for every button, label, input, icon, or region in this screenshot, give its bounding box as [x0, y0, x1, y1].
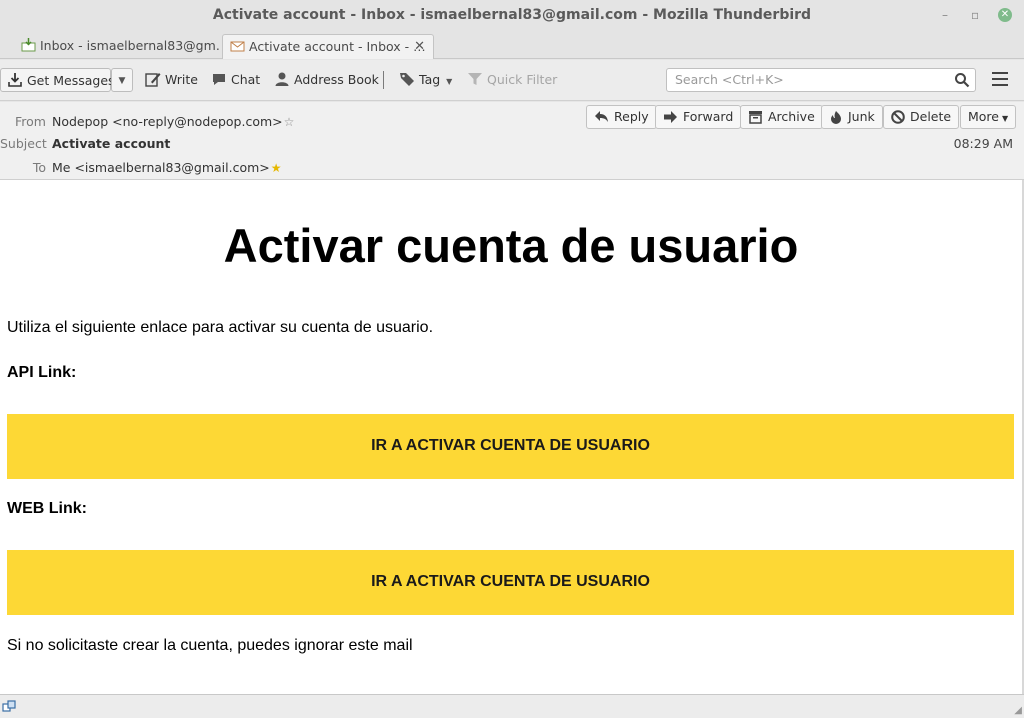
forward-button[interactable]: Forward [655, 105, 742, 129]
close-window-button[interactable]: ✕ [998, 8, 1012, 22]
online-status-icon[interactable] [2, 699, 18, 715]
more-chevron-icon: ▼ [1002, 114, 1009, 123]
tab-activate-account-label: Activate account - Inbox - … [249, 39, 426, 54]
flame-icon [831, 111, 841, 124]
archive-button[interactable]: Archive [740, 105, 823, 129]
intro-text: Utiliza el siguiente enlace para activar… [7, 319, 434, 336]
app-menu-icon[interactable] [992, 72, 1008, 90]
api-link-label: API Link: [7, 364, 77, 381]
chat-bubble-icon [213, 74, 225, 85]
person-icon [275, 72, 289, 86]
chevron-down-icon: ▼ [118, 76, 126, 86]
window-titlebar: Activate account - Inbox - ismaelbernal8… [0, 0, 1024, 32]
delete-button[interactable]: Delete [883, 105, 960, 129]
forward-icon [664, 111, 677, 123]
address-book-button[interactable]: Address Book [274, 68, 379, 92]
download-icon [8, 73, 22, 87]
archive-icon [749, 111, 762, 124]
funnel-icon [468, 73, 482, 85]
address-book-label: Address Book [294, 72, 379, 87]
from-value[interactable]: Nodepop <no-reply@nodepop.com>☆ [52, 114, 294, 129]
get-messages-dropdown[interactable]: ▼ [111, 68, 133, 92]
search-input[interactable]: Search <Ctrl+K> [666, 68, 976, 92]
subject-label: Subject [0, 136, 47, 151]
to-value[interactable]: Me <ismaelbernal83@gmail.com>★ [52, 160, 282, 175]
forward-label: Forward [683, 109, 734, 124]
subject-value: Activate account [52, 136, 171, 151]
envelope-icon [230, 41, 245, 52]
web-activate-button[interactable]: IR A ACTIVAR CUENTA DE USUARIO [7, 550, 1014, 615]
window-title: Activate account - Inbox - ismaelbernal8… [212, 7, 812, 23]
tag-label: Tag [419, 72, 441, 87]
status-bar: ◢ [0, 694, 1024, 718]
web-link-label: WEB Link: [7, 500, 87, 517]
quick-filter-label: Quick Filter [487, 72, 558, 87]
close-tab-icon[interactable]: ✕ [414, 35, 425, 58]
tab-strip: Inbox - ismaelbernal83@gm… Activate acco… [0, 32, 1024, 59]
tab-inbox-label: Inbox - ismaelbernal83@gm… [40, 38, 219, 53]
star-filled-icon[interactable]: ★ [271, 161, 282, 175]
delete-label: Delete [910, 109, 952, 124]
star-outline-icon[interactable]: ☆ [284, 115, 295, 129]
search-icon[interactable] [954, 72, 970, 88]
tab-inbox[interactable]: Inbox - ismaelbernal83@gm… [14, 34, 219, 59]
get-messages-button[interactable]: Get Messages [0, 68, 115, 92]
main-toolbar: Get Messages ▼ Write Chat Address Book T… [0, 60, 1024, 101]
more-button[interactable]: More ▼ [960, 105, 1017, 129]
reply-label: Reply [614, 109, 649, 124]
message-heading: Activar cuenta de usuario [223, 219, 799, 272]
chat-button[interactable]: Chat [211, 68, 260, 92]
more-label: More [968, 109, 999, 124]
junk-label: Junk [848, 109, 875, 124]
reply-button[interactable]: Reply [586, 105, 657, 129]
restore-button[interactable]: ▫ [971, 8, 979, 22]
to-label: To [32, 160, 46, 175]
tab-activate-account[interactable]: Activate account - Inbox - … ✕ [222, 34, 434, 59]
message-body: Activar cuenta de usuario Utiliza el sig… [0, 180, 1022, 694]
write-button[interactable]: Write [145, 68, 198, 92]
from-address: Nodepop <no-reply@nodepop.com> [52, 114, 283, 129]
inbox-icon [21, 38, 36, 52]
tag-chevron-icon: ▼ [446, 77, 453, 86]
to-address: Me <ismaelbernal83@gmail.com> [52, 160, 270, 175]
resize-grip-icon[interactable]: ◢ [1014, 705, 1022, 716]
message-header: From Nodepop <no-reply@nodepop.com>☆ Sub… [0, 102, 1024, 180]
api-activate-button[interactable]: IR A ACTIVAR CUENTA DE USUARIO [7, 414, 1014, 479]
message-time: 08:29 AM [953, 136, 1013, 151]
junk-button[interactable]: Junk [821, 105, 883, 129]
toolbar-separator [383, 71, 384, 89]
search-placeholder: Search <Ctrl+K> [675, 72, 784, 87]
reply-icon [595, 111, 608, 122]
tag-button[interactable]: Tag ▼ [399, 68, 452, 92]
quick-filter-button[interactable]: Quick Filter [467, 68, 557, 92]
from-label: From [15, 114, 46, 129]
footer-text: Si no solicitaste crear la cuenta, puede… [7, 637, 413, 654]
archive-label: Archive [768, 109, 815, 124]
minimize-button[interactable]: – [942, 8, 948, 22]
get-messages-label: Get Messages [27, 73, 115, 88]
tag-icon [400, 73, 414, 86]
chat-label: Chat [231, 72, 261, 87]
write-label: Write [165, 72, 199, 87]
delete-icon [891, 110, 905, 124]
pencil-icon [145, 73, 161, 87]
